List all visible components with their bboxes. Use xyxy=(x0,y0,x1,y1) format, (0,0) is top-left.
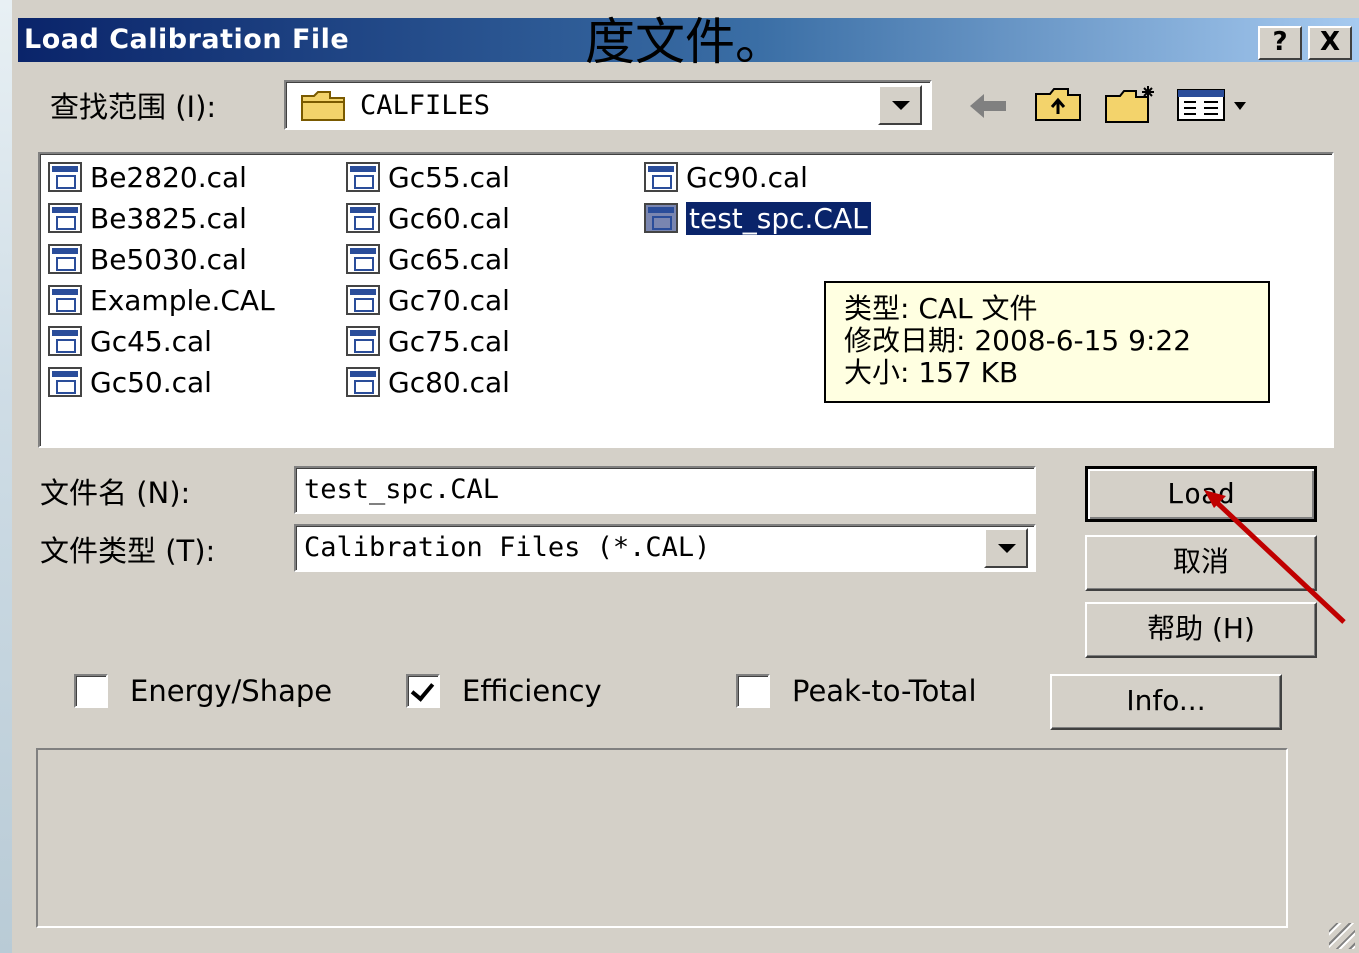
tooltip-type: 类型: CAL 文件 xyxy=(844,292,1038,325)
file-item[interactable]: Be2820.cal xyxy=(48,158,247,196)
info-button[interactable]: Info... xyxy=(1050,674,1282,730)
calibration-file-icon xyxy=(346,326,380,356)
efficiency-checkbox[interactable]: Efficiency xyxy=(406,674,602,708)
calibration-file-icon xyxy=(346,244,380,274)
calibration-file-icon xyxy=(346,285,380,315)
file-item[interactable]: Gc45.cal xyxy=(48,322,212,360)
look-in-value: CALFILES xyxy=(360,90,491,121)
efficiency-check-box[interactable] xyxy=(406,674,440,708)
file-item[interactable]: Example.CAL xyxy=(48,281,275,319)
window-title: Load Calibration File xyxy=(24,24,350,55)
file-name-input[interactable]: test_spc.CAL xyxy=(294,466,1036,514)
file-type-combo[interactable]: Calibration Files (*.CAL) xyxy=(294,524,1036,572)
overlay-caption: 度文件。 xyxy=(585,13,785,71)
description-panel xyxy=(36,748,1288,928)
load-button[interactable]: Load xyxy=(1085,466,1317,522)
file-item[interactable]: Be5030.cal xyxy=(48,240,247,278)
back-arrow-icon[interactable] xyxy=(966,90,1010,122)
energy-shape-label: Energy/Shape xyxy=(130,674,333,708)
calibration-file-icon xyxy=(346,203,380,233)
file-type-label: 文件类型 (T): xyxy=(40,534,216,568)
calibration-file-icon xyxy=(644,162,678,192)
calibration-file-icon xyxy=(48,285,82,315)
peak-to-total-checkbox[interactable]: Peak-to-Total xyxy=(736,674,977,708)
file-name-value: test_spc.CAL xyxy=(304,474,500,505)
tooltip-modified: 修改日期: 2008-6-15 9:22 xyxy=(844,324,1192,357)
calibration-file-icon xyxy=(346,367,380,397)
new-folder-icon[interactable] xyxy=(1104,84,1160,124)
efficiency-label: Efficiency xyxy=(462,674,602,708)
file-item[interactable]: Gc65.cal xyxy=(346,240,510,278)
energy-shape-checkbox[interactable]: Energy/Shape xyxy=(74,674,332,708)
desktop-background xyxy=(0,0,12,953)
file-type-value: Calibration Files (*.CAL) xyxy=(304,532,711,563)
tooltip-size: 大小: 157 KB xyxy=(844,356,1019,389)
calibration-file-icon xyxy=(48,367,82,397)
file-type-dropdown-button[interactable] xyxy=(984,528,1028,568)
look-in-combo[interactable]: CALFILES xyxy=(284,80,932,130)
look-in-dropdown-button[interactable] xyxy=(878,85,922,125)
view-menu-icon[interactable] xyxy=(1176,88,1252,124)
file-item[interactable]: Gc60.cal xyxy=(346,199,510,237)
file-item[interactable]: Gc75.cal xyxy=(346,322,510,360)
energy-shape-check-box[interactable] xyxy=(74,674,108,708)
peak-to-total-label: Peak-to-Total xyxy=(792,674,977,708)
file-item[interactable]: Gc55.cal xyxy=(346,158,510,196)
file-item[interactable]: Gc80.cal xyxy=(346,363,510,401)
cancel-button[interactable]: 取消 xyxy=(1085,535,1317,591)
close-title-button[interactable]: X xyxy=(1308,26,1352,60)
calibration-file-icon xyxy=(48,326,82,356)
file-item[interactable]: Gc50.cal xyxy=(48,363,212,401)
calibration-file-icon xyxy=(644,203,678,233)
calibration-file-icon xyxy=(48,162,82,192)
file-item[interactable]: Be3825.cal xyxy=(48,199,247,237)
file-name-label: 文件名 (N): xyxy=(40,476,191,510)
up-folder-icon[interactable] xyxy=(1034,86,1084,124)
folder-icon xyxy=(301,91,345,121)
help-title-button[interactable]: ? xyxy=(1258,26,1302,60)
file-item[interactable]: Gc90.cal xyxy=(644,158,808,196)
calibration-file-icon xyxy=(48,203,82,233)
file-item[interactable]: Gc70.cal xyxy=(346,281,510,319)
file-item-selected[interactable]: test_spc.CAL xyxy=(644,199,872,237)
calibration-file-icon xyxy=(48,244,82,274)
resize-grip-icon[interactable] xyxy=(1329,923,1355,949)
load-calibration-dialog: Load Calibration File ? X 度文件。 查找范围 (I):… xyxy=(12,13,1359,953)
file-info-tooltip: 类型: CAL 文件 修改日期: 2008-6-15 9:22 大小: 157 … xyxy=(824,281,1270,403)
calibration-file-icon xyxy=(346,162,380,192)
look-in-label: 查找范围 (I): xyxy=(50,90,217,124)
peak-to-total-check-box[interactable] xyxy=(736,674,770,708)
help-button[interactable]: 帮助 (H) xyxy=(1085,602,1317,658)
